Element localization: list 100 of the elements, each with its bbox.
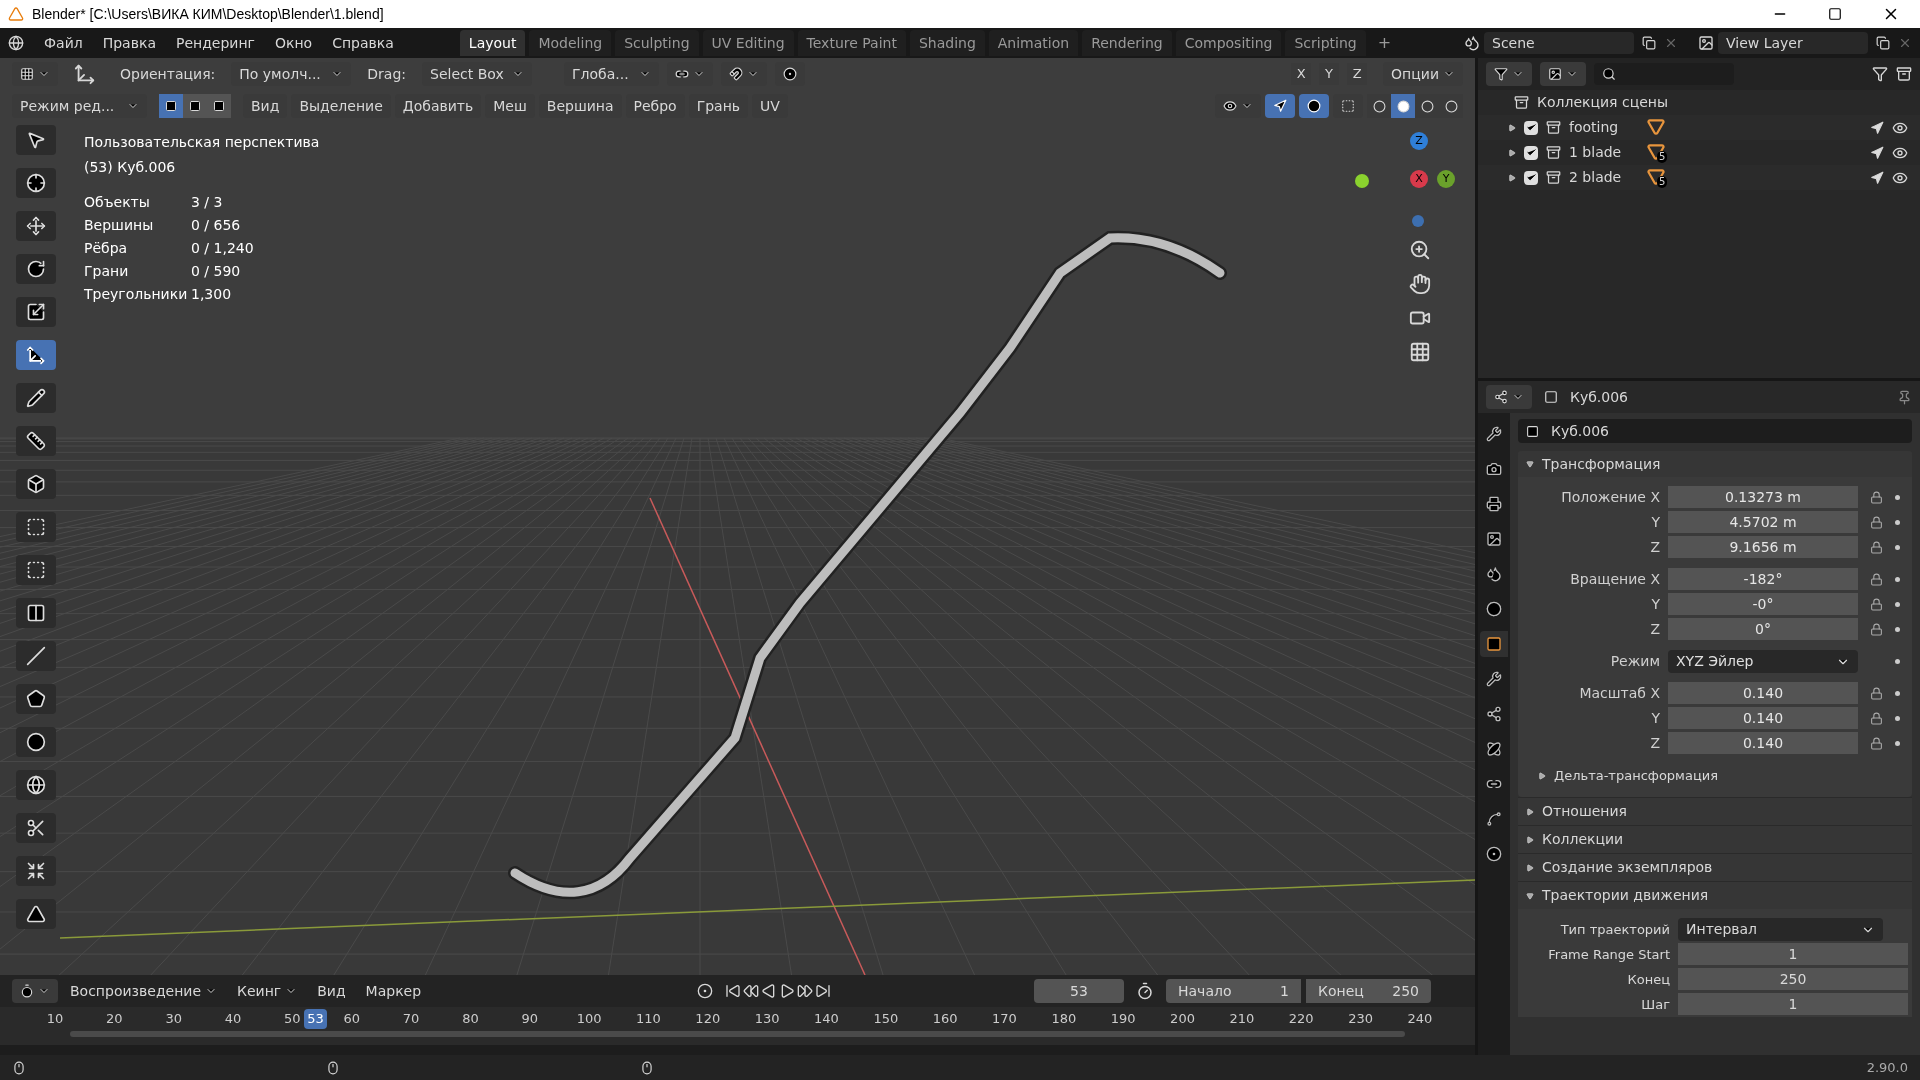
- mesh-icon[interactable]: [1647, 167, 1665, 186]
- end-frame-field[interactable]: Конец 250: [1306, 979, 1431, 1003]
- lock-icon[interactable]: [1870, 516, 1883, 529]
- header-menu[interactable]: UV: [752, 94, 788, 118]
- header-menu[interactable]: Грань: [688, 94, 749, 118]
- workspace-tab[interactable]: Layout: [459, 30, 526, 56]
- checkbox[interactable]: [1524, 120, 1538, 135]
- expand-icon[interactable]: [1526, 807, 1534, 816]
- rotate-tool[interactable]: [16, 254, 56, 284]
- scene-icon[interactable]: [1464, 35, 1480, 51]
- new-collection-icon[interactable]: [1896, 66, 1912, 82]
- pin-icon[interactable]: [1897, 389, 1912, 405]
- menu-item[interactable]: Окно: [266, 32, 321, 54]
- number-field[interactable]: -182°: [1668, 568, 1858, 591]
- name-field[interactable]: Куб.006: [1518, 419, 1912, 443]
- transform-space-dropdown[interactable]: Глоба...: [564, 62, 659, 86]
- copy-icon[interactable]: [1876, 36, 1890, 50]
- workspace-tab[interactable]: Rendering: [1082, 30, 1172, 56]
- menu-item[interactable]: Справка: [324, 32, 402, 54]
- menu-item[interactable]: Файл: [36, 32, 91, 54]
- lock-icon[interactable]: [1870, 541, 1883, 554]
- workspace-tab[interactable]: Shading: [909, 30, 985, 56]
- dropdown[interactable]: XYZ Эйлер: [1668, 650, 1858, 673]
- workspace-tab[interactable]: Animation: [988, 30, 1079, 56]
- number-field[interactable]: 9.1656 m: [1668, 536, 1858, 559]
- current-frame-field[interactable]: 53: [1034, 979, 1124, 1003]
- header-menu[interactable]: Добавить: [394, 94, 482, 118]
- gizmo-toggle[interactable]: [1265, 94, 1295, 118]
- expand-icon[interactable]: [1526, 863, 1534, 872]
- view-layer-field[interactable]: View Layer: [1718, 32, 1868, 54]
- editor-type-button[interactable]: [1486, 385, 1532, 409]
- grid-icon[interactable]: [1409, 341, 1431, 363]
- number-field[interactable]: 0.140: [1668, 707, 1858, 730]
- number-field[interactable]: 4.5702 m: [1668, 511, 1858, 534]
- select-mode-button[interactable]: [207, 94, 231, 118]
- expand-icon[interactable]: [1526, 835, 1534, 844]
- orientation-dropdown[interactable]: По умолч...: [231, 62, 352, 86]
- select-mode-button[interactable]: [159, 94, 183, 118]
- timeline-menu[interactable]: Маркер: [357, 980, 430, 1002]
- number-field[interactable]: 0.140: [1668, 682, 1858, 705]
- select-mode-button[interactable]: [183, 94, 207, 118]
- scissors-tool[interactable]: [16, 813, 56, 843]
- add-workspace-button[interactable]: +: [1369, 31, 1400, 55]
- menu-item[interactable]: Рендеринг: [167, 32, 263, 54]
- outliner-item[interactable]: Коллекция сцены: [1537, 92, 1669, 113]
- filter-icon[interactable]: [1872, 66, 1888, 82]
- checkbox[interactable]: [1524, 170, 1538, 185]
- sphere-tool[interactable]: [16, 770, 56, 800]
- drag-dropdown[interactable]: Select Box: [422, 62, 532, 86]
- dropdown[interactable]: Интервал: [1678, 918, 1883, 941]
- workspace-tab[interactable]: Scripting: [1285, 30, 1366, 56]
- timeline-menu[interactable]: Вид: [309, 980, 354, 1002]
- expand-icon[interactable]: [1508, 173, 1516, 182]
- mode-dropdown[interactable]: Режим ред...: [12, 94, 147, 118]
- shear-tool[interactable]: [16, 899, 56, 929]
- ruler-tool[interactable]: [16, 426, 56, 456]
- next-keyframe-icon[interactable]: [797, 983, 814, 999]
- checkbox[interactable]: [1524, 145, 1538, 160]
- jump-start-icon[interactable]: [725, 983, 742, 999]
- pentagon-tool[interactable]: [16, 684, 56, 714]
- header-menu[interactable]: Вид: [243, 94, 288, 118]
- number-field[interactable]: -0°: [1668, 593, 1858, 616]
- editor-type-button[interactable]: [12, 979, 58, 1003]
- number-field[interactable]: 1: [1678, 993, 1908, 1016]
- lock-icon[interactable]: [1870, 737, 1883, 750]
- lock-icon[interactable]: [1870, 712, 1883, 725]
- header-menu[interactable]: Вершина: [538, 94, 622, 118]
- expand-icon[interactable]: [1508, 148, 1516, 157]
- display-mode-dropdown[interactable]: [1486, 62, 1532, 86]
- timeline-menu[interactable]: Кеинг: [229, 980, 306, 1002]
- workspace-tab[interactable]: Compositing: [1175, 30, 1282, 56]
- object-tab[interactable]: [1480, 631, 1508, 657]
- lock-icon[interactable]: [1870, 687, 1883, 700]
- view-layer-icon[interactable]: [1698, 35, 1714, 51]
- outliner-item[interactable]: footing: [1569, 117, 1639, 138]
- workspace-tab[interactable]: Texture Paint: [797, 30, 906, 56]
- number-field[interactable]: 0°: [1668, 618, 1858, 641]
- remove-icon[interactable]: [1664, 36, 1678, 50]
- options-dropdown[interactable]: Опции: [1383, 62, 1463, 86]
- scrollbar[interactable]: [70, 1031, 1405, 1037]
- pencil-tool[interactable]: [16, 383, 56, 413]
- blender-logo-icon[interactable]: [8, 35, 24, 51]
- cursor-tool[interactable]: [16, 168, 56, 198]
- remove-icon[interactable]: [1898, 36, 1912, 50]
- play-icon[interactable]: [779, 983, 796, 999]
- menu-item[interactable]: Правка: [94, 32, 164, 54]
- outliner-item[interactable]: 1 blade: [1569, 142, 1639, 163]
- number-field[interactable]: 0.13273 m: [1668, 486, 1858, 509]
- select-box-tool[interactable]: [16, 125, 56, 155]
- view-layer-dropdown[interactable]: [1540, 62, 1586, 86]
- select-icon[interactable]: [1870, 145, 1884, 160]
- mesh-icon[interactable]: [1647, 142, 1665, 161]
- expand-icon[interactable]: [1538, 772, 1546, 780]
- bevel-tool[interactable]: [16, 555, 56, 585]
- search-field[interactable]: [1594, 63, 1734, 85]
- shading-mode-button[interactable]: [1391, 94, 1415, 118]
- overlay-toggle[interactable]: [1299, 94, 1329, 118]
- timer-icon[interactable]: [1136, 982, 1154, 1000]
- lock-icon[interactable]: [1870, 623, 1883, 636]
- jump-end-icon[interactable]: [815, 983, 832, 999]
